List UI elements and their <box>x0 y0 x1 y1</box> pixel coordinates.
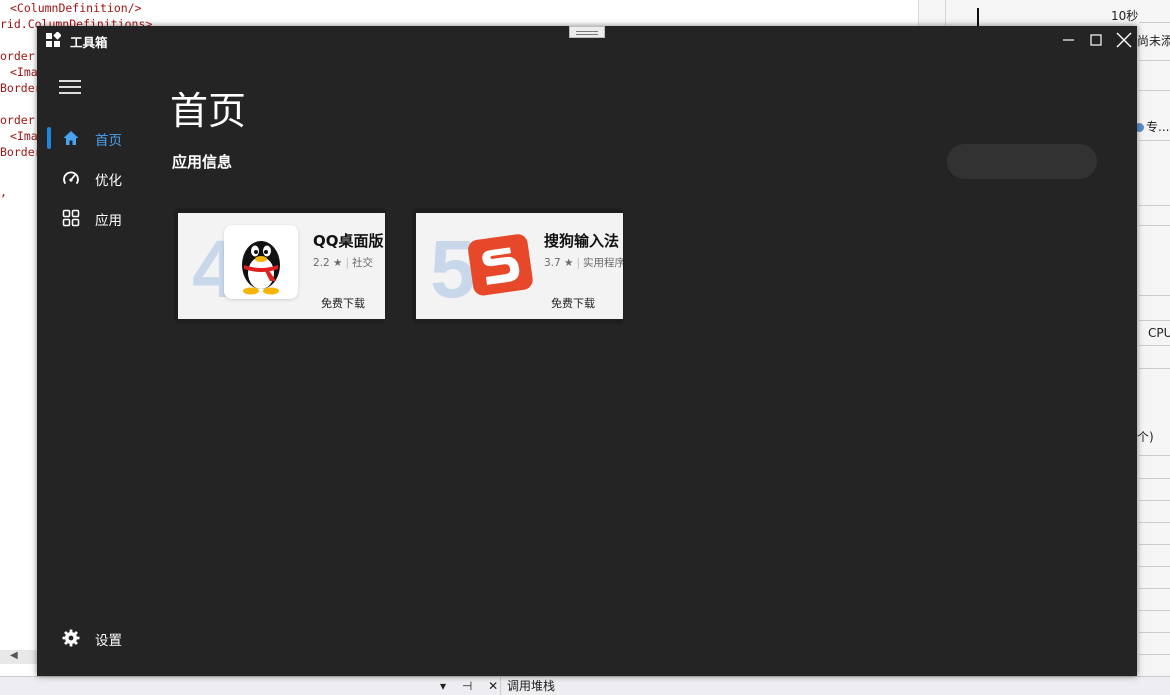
panel-time-text: 10秒 <box>1111 9 1139 23</box>
app-card-qq[interactable]: 4 QQ桌面版 2.2 ★ | 社交 免费下载 <box>174 208 386 324</box>
close-button[interactable] <box>1112 28 1136 52</box>
background-scrollbar[interactable]: ◀ <box>0 650 37 664</box>
call-stack-tab[interactable]: 调用堆栈 <box>500 677 561 695</box>
app-category: 社交 <box>352 257 373 269</box>
app-name: QQ桌面版 <box>313 232 384 250</box>
background-status-strip: ▾ ⊣ ✕ 调用堆栈 <box>0 676 1170 695</box>
search-box[interactable] <box>947 144 1097 179</box>
app-rating: 2.2 ★ <box>313 257 343 269</box>
app-name: 搜狗输入法 <box>544 232 620 250</box>
active-indicator <box>47 127 51 149</box>
apps-grid-icon <box>62 209 80 227</box>
qq-penguin-logo-icon <box>224 225 298 299</box>
code-line: Border <box>0 145 42 159</box>
nav-label: 应用 <box>95 213 122 229</box>
nav-label: 首页 <box>95 133 122 149</box>
code-line: Border <box>0 81 42 95</box>
nav-item-settings[interactable]: 设置 <box>45 620 161 656</box>
window-title: 工具箱 <box>70 35 108 50</box>
code-line: <Ima <box>10 129 38 143</box>
toolbox-window: 工具箱 首页 优化 应用 设置 首页 应用信息 4 QQ桌面版 2.2 ★ | … <box>37 26 1137 676</box>
nav-item-apps[interactable]: 应用 <box>45 200 161 236</box>
code-line: , <box>0 185 7 199</box>
scroll-left-icon[interactable]: ◀ <box>10 650 18 661</box>
maximize-icon <box>1090 34 1102 46</box>
panel-dot-label: 专... <box>1135 118 1169 135</box>
app-card-sogou[interactable]: 5 搜狗输入法 3.7 ★ | 实用程序 免费下载 <box>412 208 624 324</box>
drag-handle-icon[interactable] <box>569 26 605 38</box>
panel-count-text: 个) <box>1137 430 1154 444</box>
close-icon <box>1116 32 1132 48</box>
app-category: 实用程序 <box>583 257 623 269</box>
page-title: 首页 <box>170 89 247 133</box>
maximize-button[interactable] <box>1084 28 1108 52</box>
download-button[interactable]: 免费下载 <box>321 295 365 311</box>
app-logo-icon <box>46 32 61 47</box>
section-title: 应用信息 <box>172 153 233 171</box>
title-bar[interactable]: 工具箱 <box>37 26 1137 54</box>
hamburger-menu-icon[interactable] <box>59 78 83 98</box>
app-meta: 3.7 ★ | 实用程序 <box>544 257 623 269</box>
app-rating: 3.7 ★ <box>544 257 574 269</box>
app-meta: 2.2 ★ | 社交 <box>313 257 373 269</box>
code-line: <Ima <box>10 65 38 79</box>
home-icon <box>63 131 79 145</box>
nav-item-home[interactable]: 首页 <box>45 120 161 156</box>
sogou-logo-icon <box>462 225 536 299</box>
panel-add-text: 尚未添加 <box>1137 34 1170 48</box>
minimize-button[interactable] <box>1057 28 1081 52</box>
minimize-icon <box>1063 39 1074 41</box>
panel-tool-buttons[interactable]: ▾ ⊣ ✕ <box>440 677 504 695</box>
nav-label: 设置 <box>95 633 122 649</box>
code-line: order <box>0 113 35 127</box>
code-line: <ColumnDefinition/> <box>10 1 142 15</box>
nav-label: 优化 <box>95 173 122 189</box>
code-line: order <box>0 49 35 63</box>
panel-cpu-label: CPU <box>1148 326 1170 340</box>
gauge-icon <box>63 171 79 184</box>
nav-item-optimize[interactable]: 优化 <box>45 160 161 196</box>
download-button[interactable]: 免费下载 <box>551 295 595 311</box>
gear-icon <box>62 629 80 647</box>
